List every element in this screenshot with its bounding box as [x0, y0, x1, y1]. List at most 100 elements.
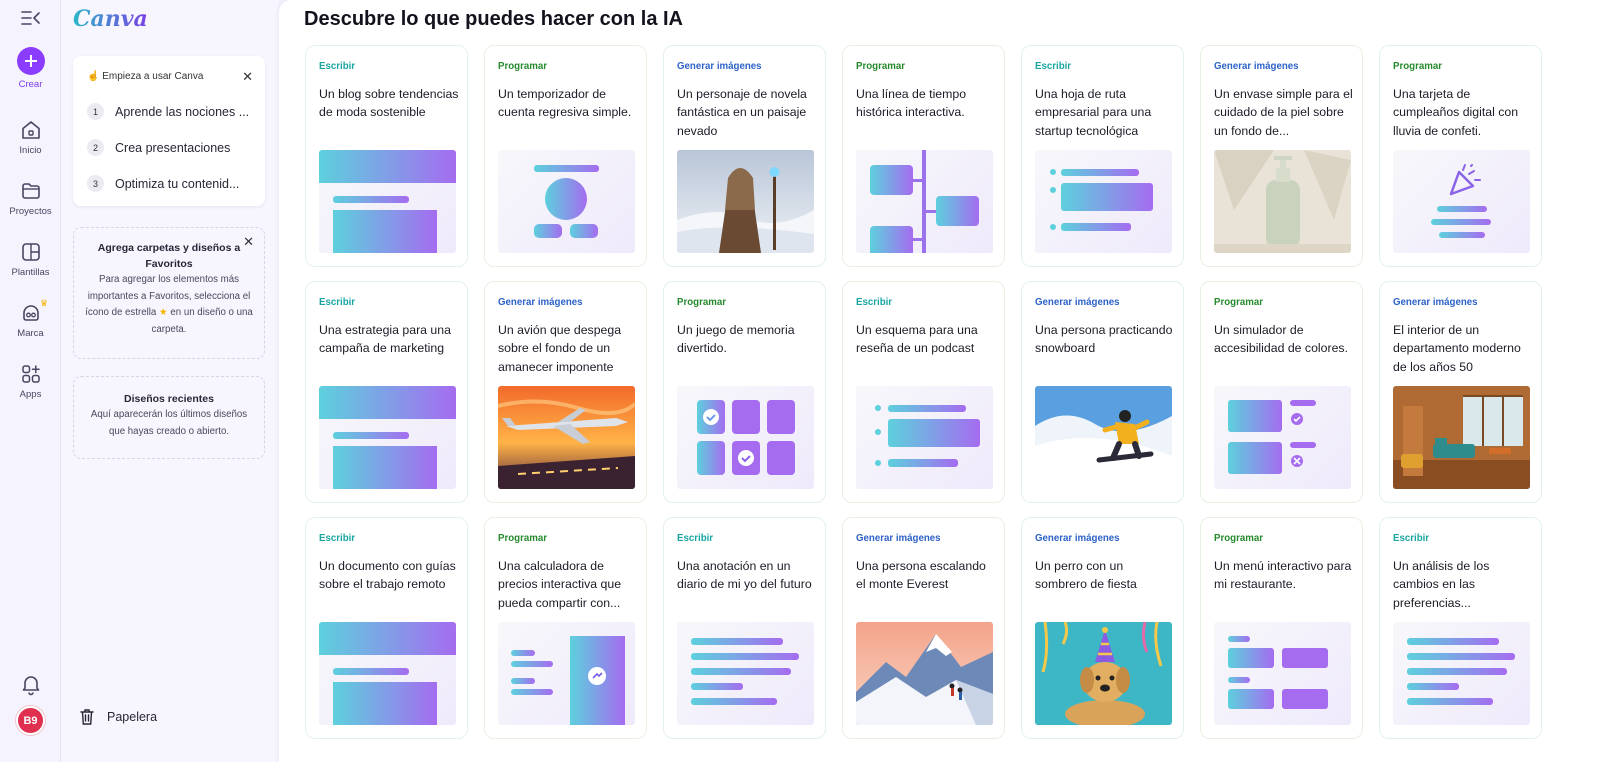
card-category: Programar [498, 61, 547, 72]
rail-item-inicio[interactable]: Inicio [0, 118, 61, 156]
page-title: Descubre lo que puedes hacer con la IA [304, 8, 684, 30]
card-category: Generar imágenes [1393, 297, 1478, 308]
card-thumbnail [1214, 386, 1351, 489]
rail-label: Inicio [19, 145, 42, 156]
ai-suggestion-card[interactable]: Escribir Un esquema para una reseña de un… [842, 281, 1005, 503]
rail-item-plantillas[interactable]: Plantillas [0, 240, 61, 278]
collapse-sidebar-icon[interactable] [20, 9, 42, 27]
card-thumbnail [1393, 622, 1530, 725]
ai-suggestion-card[interactable]: Escribir Una hoja de ruta empresarial par… [1021, 45, 1184, 267]
apps-icon [21, 365, 40, 383]
ai-suggestion-card[interactable]: Programar Un temporizador de cuenta regre… [484, 45, 647, 267]
step-label: Crea presentaciones [115, 140, 231, 155]
card-category: Generar imágenes [677, 61, 762, 72]
left-rail: Crear Inicio Proyectos Plantillas ♛ Marc… [0, 0, 61, 762]
ai-suggestion-card[interactable]: Generar imágenes Un avión que despega sob… [484, 281, 647, 503]
ai-suggestion-card[interactable]: Escribir Un blog sobre tendencias de moda… [305, 45, 468, 267]
getting-started-step[interactable]: 2 Crea presentaciones [87, 139, 230, 156]
close-icon[interactable]: ✕ [243, 234, 254, 250]
card-category: Escribir [1393, 533, 1430, 544]
getting-started-card: ☝ Empieza a usar Canva ✕ 1 Aprende las n… [73, 56, 265, 206]
ai-suggestion-card[interactable]: Escribir Un documento con guías sobre el … [305, 517, 468, 739]
star-icon: ★ [158, 307, 168, 318]
rail-item-apps[interactable]: Apps [0, 362, 61, 400]
card-prompt: Un juego de memoria divertido. [677, 323, 795, 356]
ai-suggestion-card[interactable]: Escribir Una estrategia para una campaña … [305, 281, 468, 503]
card-thumbnail [498, 386, 635, 489]
card-category: Escribir [319, 61, 356, 72]
card-category: Programar [677, 297, 726, 308]
ai-suggestion-card[interactable]: Escribir Un análisis de los cambios en la… [1379, 517, 1542, 739]
getting-started-step[interactable]: 1 Aprende las nociones ... [87, 103, 249, 120]
ai-suggestion-card[interactable]: Programar Un juego de memoria divertido. [663, 281, 826, 503]
card-category: Escribir [1035, 61, 1072, 72]
ai-suggestion-card[interactable]: Generar imágenes Una persona escalando el… [842, 517, 1005, 739]
ai-suggestion-card[interactable]: Generar imágenes Un personaje de novela f… [663, 45, 826, 267]
card-prompt: Un análisis de los cambios en las prefer… [1393, 559, 1490, 610]
card-prompt: Una estrategia para una campaña de marke… [319, 323, 451, 356]
card-prompt: Un simulador de accesibilidad de colores… [1214, 323, 1348, 356]
card-prompt: Un envase simple para el cuidado de la p… [1214, 87, 1353, 138]
card-thumbnail [677, 622, 814, 725]
card-thumbnail [856, 150, 993, 253]
recent-designs-title: Diseños recientes [124, 393, 214, 405]
card-prompt: Un perro con un sombrero de fiesta [1035, 559, 1137, 592]
getting-started-title: Empieza a usar Canva [102, 71, 204, 82]
rail-item-marca[interactable]: ♛ Marca [0, 298, 61, 339]
rail-label: Proyectos [9, 206, 52, 217]
card-prompt: Un personaje de novela fantástica en un … [677, 87, 807, 138]
card-thumbnail [856, 622, 993, 725]
getting-started-step[interactable]: 3 Optimiza tu contenid... [87, 175, 239, 192]
ai-suggestion-card[interactable]: Generar imágenes Un envase simple para el… [1200, 45, 1363, 267]
card-prompt: Una persona escalando el monte Everest [856, 559, 986, 592]
card-thumbnail [1393, 386, 1530, 489]
ai-suggestion-card[interactable]: Programar Un menú interactivo para mi res… [1200, 517, 1363, 739]
ai-suggestion-card[interactable]: Generar imágenes El interior de un depart… [1379, 281, 1542, 503]
card-prompt: Un temporizador de cuenta regresiva simp… [498, 87, 632, 120]
card-thumbnail [677, 386, 814, 489]
card-prompt: Una anotación en un diario de mi yo del … [677, 559, 812, 592]
card-prompt: Un avión que despega sobre el fondo de u… [498, 323, 622, 374]
recent-designs-empty-state: Diseños recientes Aquí aparecerán los úl… [73, 376, 265, 459]
wave-hand-icon: ☝ [87, 71, 100, 82]
crown-icon: ♛ [40, 298, 49, 308]
trash-link[interactable]: Papelera [79, 708, 157, 726]
template-icon [21, 243, 40, 261]
card-category: Programar [1393, 61, 1442, 72]
ai-suggestion-grid: Escribir Un blog sobre tendencias de moda… [305, 45, 1542, 739]
canva-logo[interactable]: Canva [73, 6, 148, 32]
close-icon[interactable]: ✕ [242, 69, 253, 85]
card-category: Generar imágenes [856, 533, 941, 544]
card-thumbnail [319, 150, 456, 253]
step-number: 3 [87, 175, 104, 192]
ai-suggestion-card[interactable]: Generar imágenes Una persona practicando … [1021, 281, 1184, 503]
rail-label: Apps [19, 389, 42, 400]
brand-icon [22, 305, 39, 321]
ai-suggestion-card[interactable]: Programar Una calculadora de precios inte… [484, 517, 647, 739]
create-button[interactable]: Crear [0, 47, 61, 90]
ai-suggestion-card[interactable]: Programar Una línea de tiempo histórica i… [842, 45, 1005, 267]
card-category: Escribir [677, 533, 714, 544]
trash-label: Papelera [107, 710, 158, 724]
step-number: 1 [87, 103, 104, 120]
side-panel: Canva ☝ Empieza a usar Canva ✕ 1 Aprende… [61, 0, 279, 762]
trash-icon [80, 709, 94, 725]
avatar[interactable]: B9 [16, 706, 45, 735]
card-thumbnail [319, 386, 456, 489]
card-category: Programar [498, 533, 547, 544]
card-thumbnail [856, 386, 993, 489]
step-label: Optimiza tu contenid... [115, 176, 240, 191]
favorites-empty-state: ✕ Agrega carpetas y diseños a Favoritos … [73, 227, 265, 359]
ai-suggestion-card[interactable]: Programar Una tarjeta de cumpleaños digit… [1379, 45, 1542, 267]
ai-suggestion-card[interactable]: Escribir Una anotación en un diario de mi… [663, 517, 826, 739]
card-thumbnail [677, 150, 814, 253]
notifications-bell-icon[interactable] [19, 672, 43, 696]
card-category: Programar [1214, 297, 1263, 308]
rail-item-proyectos[interactable]: Proyectos [0, 179, 61, 217]
card-thumbnail [1214, 622, 1351, 725]
card-category: Escribir [319, 533, 356, 544]
ai-suggestion-card[interactable]: Generar imágenes Un perro con un sombrero… [1021, 517, 1184, 739]
ai-suggestion-card[interactable]: Programar Un simulador de accesibilidad d… [1200, 281, 1363, 503]
card-category: Generar imágenes [498, 297, 583, 308]
step-number: 2 [87, 139, 104, 156]
